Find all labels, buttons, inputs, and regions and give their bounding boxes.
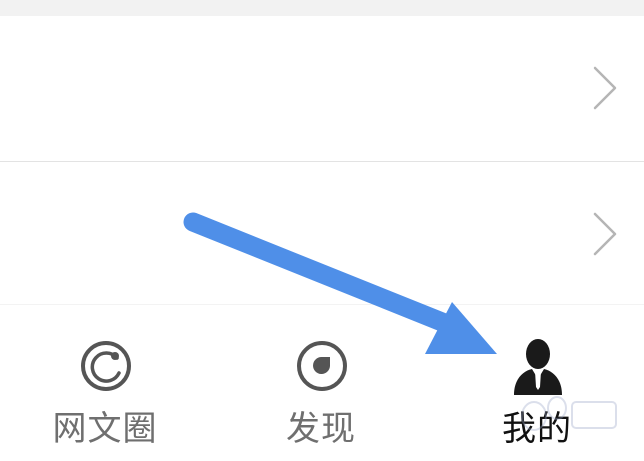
list-item-1[interactable] — [0, 16, 644, 162]
chevron-right-icon — [593, 66, 617, 110]
top-strip — [0, 0, 644, 16]
circle-refresh-icon — [81, 341, 131, 391]
tab-label: 网文圈 — [52, 409, 158, 449]
tab-label: 发现 — [286, 409, 356, 449]
list-item-2[interactable] — [0, 162, 644, 304]
chevron-right-icon — [593, 212, 617, 256]
discover-drop-icon — [297, 341, 347, 391]
tab-wangwenquan[interactable]: 网文圈 — [30, 305, 180, 461]
tab-faxian[interactable]: 发现 — [246, 305, 396, 461]
watermark-logo — [521, 396, 617, 431]
